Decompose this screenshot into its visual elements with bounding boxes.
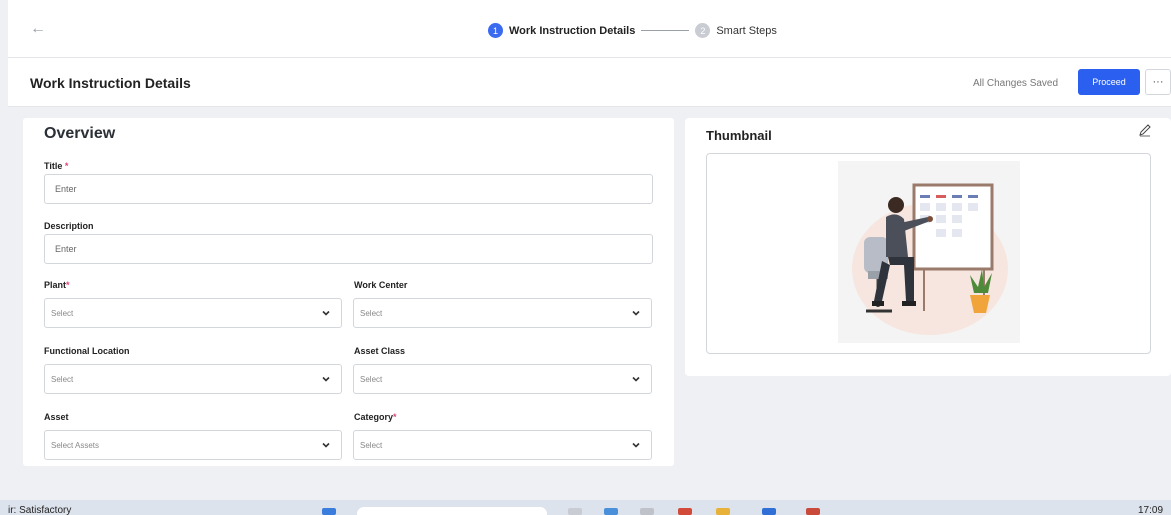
taskbar-clock: 17:09 <box>1138 505 1164 515</box>
page-header: Work Instruction Details All Changes Sav… <box>8 58 1171 107</box>
overview-card: Overview Title * Enter Description Enter… <box>23 118 674 466</box>
chevron-down-icon <box>632 376 640 382</box>
pencil-icon[interactable] <box>1137 122 1153 138</box>
plant-select[interactable]: Select <box>44 298 342 328</box>
work-center-select-value: Select <box>360 308 383 318</box>
title-input[interactable]: Enter <box>44 174 653 204</box>
description-label: Description <box>44 221 94 231</box>
taskview-icon[interactable] <box>568 508 582 515</box>
app-icon[interactable] <box>640 508 654 515</box>
os-taskbar: ir: Satisfactory 17:09 <box>0 500 1171 515</box>
step-connector <box>641 30 690 31</box>
chevron-down-icon <box>632 442 640 448</box>
asset-label: Asset <box>44 412 69 422</box>
chevron-down-icon <box>322 310 330 316</box>
chevron-down-icon <box>322 376 330 382</box>
category-label: Category* <box>354 412 397 422</box>
description-input[interactable]: Enter <box>44 234 653 264</box>
chrome-icon[interactable] <box>678 508 692 515</box>
thumbnail-card: Thumbnail <box>685 118 1171 376</box>
title-label: Title * <box>44 161 69 171</box>
proceed-button[interactable]: Proceed <box>1078 69 1140 95</box>
plant-select-value: Select <box>51 308 74 318</box>
asset-class-select[interactable]: Select <box>353 364 652 394</box>
chevron-down-icon <box>632 310 640 316</box>
taskbar-search-bar[interactable] <box>357 507 547 515</box>
chevron-down-icon <box>322 442 330 448</box>
thumbnail-preview[interactable] <box>706 153 1151 354</box>
page-title: Work Instruction Details <box>30 75 191 91</box>
asset-select[interactable]: Select Assets <box>44 430 342 460</box>
asset-class-select-value: Select <box>360 374 383 384</box>
save-status: All Changes Saved <box>973 78 1059 89</box>
step-2-number[interactable]: 2 <box>695 23 711 38</box>
work-center-select[interactable]: Select <box>353 298 652 328</box>
app-icon[interactable] <box>762 508 776 515</box>
category-select[interactable]: Select <box>353 430 652 460</box>
step-1-label[interactable]: Work Instruction Details <box>509 25 635 37</box>
step-2-label[interactable]: Smart Steps <box>716 25 777 37</box>
plant-label: Plant* <box>44 280 70 290</box>
stepper: 1 Work Instruction Details 2 Smart Steps <box>488 23 777 38</box>
arrow-left-icon[interactable]: ← <box>30 20 46 38</box>
overview-title: Overview <box>44 125 116 142</box>
more-options-button[interactable]: ··· <box>1145 69 1171 95</box>
folder-icon[interactable] <box>716 508 730 515</box>
work-center-label: Work Center <box>354 280 408 290</box>
windows-start-icon[interactable] <box>322 508 336 515</box>
chrome-icon[interactable] <box>806 508 820 515</box>
asset-class-label: Asset Class <box>354 346 406 356</box>
taskbar-status-text: ir: Satisfactory <box>8 505 72 515</box>
asset-select-value: Select Assets <box>51 440 100 450</box>
app-icon[interactable] <box>604 508 618 515</box>
category-select-value: Select <box>360 440 383 450</box>
thumbnail-illustration <box>838 161 1020 343</box>
functional-location-select-value: Select <box>51 374 74 384</box>
step-1-number[interactable]: 1 <box>488 23 503 38</box>
functional-location-select[interactable]: Select <box>44 364 342 394</box>
functional-location-label: Functional Location <box>44 346 130 356</box>
stepper-bar: ← 1 Work Instruction Details 2 Smart Ste… <box>8 0 1171 58</box>
thumbnail-title: Thumbnail <box>706 128 772 143</box>
